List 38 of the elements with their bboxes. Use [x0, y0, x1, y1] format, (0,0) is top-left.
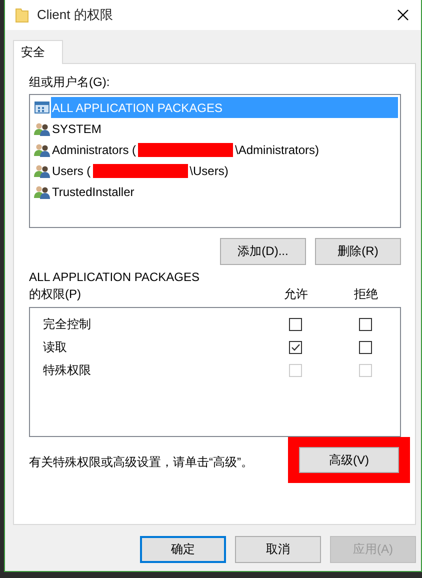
group-list-item[interactable]: TrustedInstaller: [32, 181, 398, 202]
group-name: ALL APPLICATION PACKAGES: [52, 100, 223, 114]
group-name: Administrators (: [52, 142, 136, 156]
checkbox[interactable]: [358, 341, 372, 354]
group-list-item[interactable]: SYSTEM: [32, 118, 398, 139]
users-icon: [34, 142, 50, 156]
permissions-label: ALL APPLICATION PACKAGES: [29, 269, 201, 286]
groups-label: 组或用户名(G):: [29, 74, 111, 90]
tab[interactable]: 安全: [13, 40, 63, 64]
group-name-suffix: \Administrators): [235, 142, 320, 156]
users-icon: [34, 184, 50, 198]
permission-name: 完全控制: [42, 316, 92, 333]
package-icon: [34, 100, 50, 114]
permissions-label: 的权限(P): [29, 286, 82, 303]
advanced-button[interactable]: 高级(V): [299, 447, 399, 473]
dialog-button[interactable]: 取消: [235, 536, 321, 563]
advanced-note: 有关特殊权限或高级设置，请单击“高级”。: [29, 454, 253, 470]
close-icon[interactable]: [397, 9, 409, 21]
permission-name: 读取: [42, 339, 68, 356]
users-icon: [34, 164, 50, 178]
dialog-button[interactable]: 添加(D)...: [220, 238, 306, 265]
group-name: TrustedInstaller: [52, 184, 134, 198]
permission-name: 特殊权限: [42, 362, 92, 379]
checkbox[interactable]: [288, 341, 302, 354]
column-header: 拒绝: [353, 286, 379, 303]
users-icon: [34, 122, 50, 136]
column-header: 允许: [283, 286, 309, 303]
dialog-button[interactable]: 删除(R): [315, 238, 401, 265]
dialog-button[interactable]: 确定: [140, 536, 226, 563]
group-list-item[interactable]: Users ( \Users): [32, 160, 398, 181]
group-name: SYSTEM: [52, 122, 102, 136]
checkbox[interactable]: [288, 318, 302, 331]
checkbox[interactable]: [358, 318, 372, 331]
group-list-item[interactable]: Administrators ( \Administrators): [32, 139, 398, 160]
group-name: Users (: [52, 164, 91, 178]
group-name-suffix: \Users): [190, 164, 228, 178]
window-title: Client 的权限: [37, 6, 114, 24]
folder-icon: [15, 7, 29, 23]
